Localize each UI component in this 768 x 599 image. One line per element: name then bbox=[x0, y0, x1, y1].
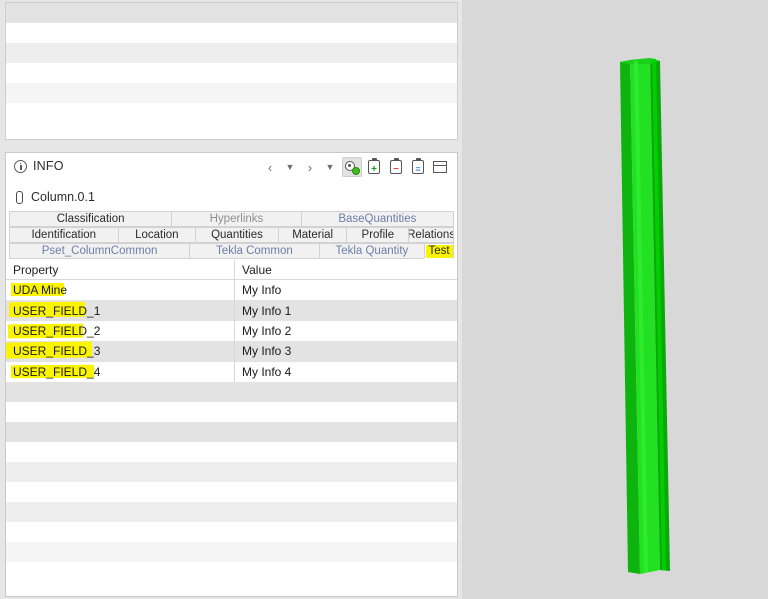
tab-pset-columncommon[interactable]: Pset_ColumnCommon bbox=[9, 243, 190, 259]
info-panel-title-group: INFO bbox=[14, 159, 64, 173]
panel-window-icon bbox=[433, 161, 447, 173]
column-header-value[interactable]: Value bbox=[235, 260, 457, 279]
table-row[interactable]: UDA Mine My Info bbox=[6, 280, 457, 301]
tab-profile[interactable]: Profile bbox=[346, 227, 409, 243]
dock-panel-button[interactable] bbox=[430, 157, 450, 177]
info-panel-toolbar: ‹ ▼ › ▼ + − ≡ bbox=[260, 157, 450, 177]
table-row[interactable] bbox=[6, 461, 457, 482]
list-item[interactable] bbox=[6, 43, 457, 63]
tab-hyperlinks[interactable]: Hyperlinks bbox=[171, 211, 301, 227]
info-panel: INFO ‹ ▼ › ▼ + − ≡ Column.0.1 Classifica… bbox=[5, 152, 458, 597]
table-row[interactable] bbox=[6, 501, 457, 522]
property-value-cell: My Info 4 bbox=[242, 364, 292, 379]
table-row[interactable] bbox=[6, 441, 457, 462]
prev-arrow-icon[interactable]: ‹ bbox=[260, 157, 280, 177]
properties-badge-icon bbox=[345, 160, 360, 175]
list-item[interactable] bbox=[6, 123, 457, 139]
tab-tekla-common[interactable]: Tekla Common bbox=[189, 243, 319, 259]
edit-property-set-button[interactable]: ≡ bbox=[408, 157, 428, 177]
table-row[interactable] bbox=[6, 541, 457, 562]
info-circle-icon bbox=[14, 159, 27, 173]
table-row[interactable] bbox=[6, 421, 457, 442]
left-panel-column: INFO ‹ ▼ › ▼ + − ≡ Column.0.1 Classifica… bbox=[0, 0, 462, 599]
table-row[interactable] bbox=[6, 521, 457, 542]
table-row[interactable]: USER_FIELD_2 My Info 2 bbox=[6, 320, 457, 342]
list-item[interactable] bbox=[6, 103, 457, 123]
tab-location[interactable]: Location bbox=[117, 227, 196, 243]
property-name-cell: USER_FIELD_3 bbox=[6, 341, 235, 362]
tab-tekla-quantity[interactable]: Tekla Quantity bbox=[318, 243, 425, 259]
property-table-empty-rows bbox=[6, 381, 457, 582]
property-name-cell: UDA Mine bbox=[6, 280, 235, 301]
tab-row-1: Classification Hyperlinks BaseQuantities bbox=[9, 211, 454, 227]
tab-basequantities[interactable]: BaseQuantities bbox=[300, 211, 454, 227]
table-row[interactable]: USER_FIELD_1 My Info 1 bbox=[6, 300, 457, 321]
table-row[interactable] bbox=[6, 401, 457, 422]
property-table: Property Value UDA Mine My Info USER_FIE… bbox=[6, 260, 457, 582]
tab-material[interactable]: Material bbox=[277, 227, 347, 243]
property-name-cell: USER_FIELD_2 bbox=[6, 320, 235, 342]
upper-blank-panel bbox=[5, 2, 458, 140]
property-value-cell: My Info 2 bbox=[242, 323, 292, 338]
add-property-set-button[interactable]: + bbox=[364, 157, 384, 177]
info-panel-header: INFO ‹ ▼ › ▼ + − ≡ bbox=[6, 153, 457, 183]
prev-dropdown-caret-icon[interactable]: ▼ bbox=[280, 157, 300, 177]
property-value-cell: My Info 3 bbox=[242, 344, 292, 359]
next-arrow-icon[interactable]: › bbox=[300, 157, 320, 177]
table-row[interactable] bbox=[6, 381, 457, 402]
table-row[interactable]: USER_FIELD_3 My Info 3 bbox=[6, 341, 457, 362]
info-panel-title: INFO bbox=[33, 159, 64, 173]
tab-row-2: Identification Location Quantities Mater… bbox=[9, 227, 454, 243]
table-row[interactable] bbox=[6, 481, 457, 502]
clipboard-edit-icon: ≡ bbox=[412, 158, 424, 174]
list-item[interactable] bbox=[6, 3, 457, 23]
tab-relations[interactable]: Relations bbox=[408, 227, 454, 243]
list-item[interactable] bbox=[6, 23, 457, 43]
list-item[interactable] bbox=[6, 63, 457, 83]
tab-row-3: Pset_ColumnCommon Tekla Common Tekla Qua… bbox=[9, 243, 455, 260]
tab-classification[interactable]: Classification bbox=[9, 211, 172, 227]
green-column-model bbox=[620, 58, 670, 574]
3d-model-viewport[interactable] bbox=[462, 0, 768, 599]
next-dropdown-caret-icon[interactable]: ▼ bbox=[320, 157, 340, 177]
upper-panel-rows bbox=[6, 3, 457, 139]
property-name-cell: USER_FIELD_1 bbox=[6, 300, 235, 321]
property-table-header: Property Value bbox=[6, 260, 457, 280]
list-item[interactable] bbox=[6, 83, 457, 103]
property-value-cell: My Info bbox=[242, 283, 282, 298]
selected-object-name: Column.0.1 bbox=[31, 190, 95, 204]
selected-object-row[interactable]: Column.0.1 bbox=[6, 183, 457, 211]
table-row[interactable]: USER_FIELD_4 My Info 4 bbox=[6, 361, 457, 382]
tab-quantities[interactable]: Quantities bbox=[195, 227, 278, 243]
clipboard-remove-icon: − bbox=[390, 158, 402, 175]
column-object-icon bbox=[16, 190, 23, 204]
property-value-cell: My Info 1 bbox=[242, 303, 292, 318]
clipboard-add-icon: + bbox=[368, 158, 380, 175]
tab-test[interactable]: Test bbox=[424, 243, 455, 259]
column-header-property[interactable]: Property bbox=[6, 260, 235, 279]
show-properties-toggle-button[interactable] bbox=[342, 157, 362, 177]
property-name-cell: USER_FIELD_4 bbox=[6, 361, 235, 382]
property-tab-bar: Classification Hyperlinks BaseQuantities… bbox=[6, 211, 457, 260]
remove-property-set-button[interactable]: − bbox=[386, 157, 406, 177]
tab-identification[interactable]: Identification bbox=[9, 227, 118, 243]
table-row[interactable] bbox=[6, 561, 457, 582]
